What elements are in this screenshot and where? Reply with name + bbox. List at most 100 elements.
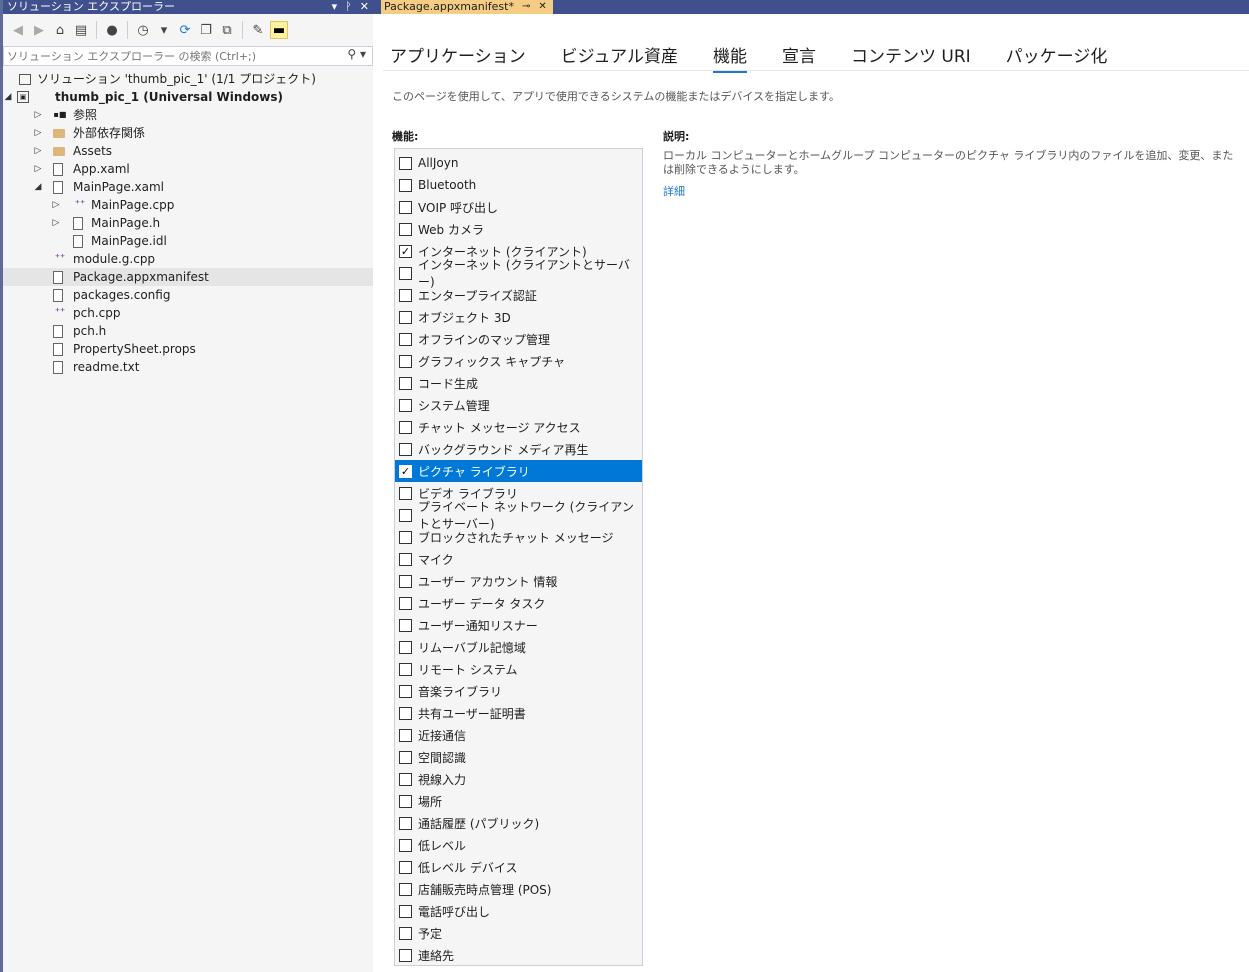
- collapsed-arrow-icon[interactable]: ▷: [33, 160, 43, 178]
- checkbox-unchecked[interactable]: [399, 728, 412, 742]
- capability-item[interactable]: 共有ユーザー証明書: [395, 702, 642, 724]
- tree-item[interactable]: MainPage.idl: [3, 232, 373, 250]
- tree-item[interactable]: ▷ App.xaml: [3, 160, 373, 178]
- capability-item[interactable]: 空間認識: [395, 746, 642, 768]
- checkbox-unchecked[interactable]: [399, 904, 412, 918]
- checkbox-unchecked[interactable]: [399, 596, 412, 610]
- window-position-dropdown-icon[interactable]: ▾: [332, 0, 338, 14]
- checkbox-unchecked[interactable]: [399, 508, 412, 522]
- capability-item[interactable]: リムーバブル記憶域: [395, 636, 642, 658]
- checkbox-unchecked[interactable]: [399, 838, 412, 852]
- tree-item[interactable]: packages.config: [3, 286, 373, 304]
- checkbox-unchecked[interactable]: [399, 398, 412, 412]
- checkbox-unchecked[interactable]: [399, 816, 412, 830]
- checkbox-unchecked[interactable]: [399, 640, 412, 654]
- tree-item[interactable]: PropertySheet.props: [3, 340, 373, 358]
- collapsed-arrow-icon[interactable]: ▷: [51, 196, 61, 214]
- preview-selected-items-icon[interactable]: ▬: [270, 21, 288, 39]
- tree-item[interactable]: ⁺⁺ module.g.cpp: [3, 250, 373, 268]
- capability-item[interactable]: オブジェクト 3D: [395, 306, 642, 328]
- tree-item[interactable]: ◢ ▣ thumb_pic_1 (Universal Windows): [3, 88, 373, 106]
- close-icon[interactable]: ✕: [360, 0, 369, 14]
- capability-item[interactable]: ユーザー通知リスナー: [395, 614, 642, 636]
- checkbox-unchecked[interactable]: [399, 530, 412, 544]
- capability-item[interactable]: システム管理: [395, 394, 642, 416]
- capability-item[interactable]: Bluetooth: [395, 174, 642, 196]
- capability-item[interactable]: 視線入力: [395, 768, 642, 790]
- capability-item[interactable]: オフラインのマップ管理: [395, 328, 642, 350]
- home-icon[interactable]: ⌂: [51, 21, 69, 39]
- manifest-tab[interactable]: パッケージ化: [1006, 42, 1108, 71]
- capability-item[interactable]: 低レベル デバイス: [395, 856, 642, 878]
- capability-item[interactable]: インターネット (クライアントとサーバー): [395, 258, 642, 289]
- checkbox-checked[interactable]: ✓: [399, 464, 412, 478]
- checkbox-unchecked[interactable]: [399, 376, 412, 390]
- checkbox-unchecked[interactable]: [399, 420, 412, 434]
- close-tab-icon[interactable]: ✕: [538, 0, 546, 14]
- tree-item[interactable]: ▷ 外部依存関係: [3, 124, 373, 142]
- checkbox-checked[interactable]: ✓: [399, 244, 412, 258]
- tree-item[interactable]: ソリューション 'thumb_pic_1' (1/1 プロジェクト): [3, 70, 373, 88]
- checkbox-unchecked[interactable]: [399, 750, 412, 764]
- capability-item[interactable]: 電話呼び出し: [395, 900, 642, 922]
- checkbox-unchecked[interactable]: [399, 772, 412, 786]
- checkbox-unchecked[interactable]: [399, 552, 412, 566]
- capability-item[interactable]: ユーザー データ タスク: [395, 592, 642, 614]
- show-all-files-icon[interactable]: ⧉: [218, 21, 236, 39]
- checkbox-unchecked[interactable]: [399, 332, 412, 346]
- collapsed-arrow-icon[interactable]: ▷: [33, 124, 43, 142]
- tree-item[interactable]: ▷ ▪■ 参照: [3, 106, 373, 124]
- checkbox-unchecked[interactable]: [399, 178, 412, 192]
- capability-item[interactable]: ブロックされたチャット メッセージ: [395, 526, 642, 548]
- checkbox-unchecked[interactable]: [399, 706, 412, 720]
- capability-item[interactable]: コード生成: [395, 372, 642, 394]
- tree-item[interactable]: ▷ MainPage.h: [3, 214, 373, 232]
- refresh-icon[interactable]: ⟳: [176, 21, 194, 39]
- checkbox-unchecked[interactable]: [399, 662, 412, 676]
- checkbox-unchecked[interactable]: [399, 354, 412, 368]
- capability-item[interactable]: ユーザー アカウント 情報: [395, 570, 642, 592]
- capability-item[interactable]: Web カメラ: [395, 218, 642, 240]
- solution-search-input[interactable]: [4, 48, 329, 64]
- pin-icon[interactable]: ᚹ: [345, 0, 352, 14]
- tree-item[interactable]: Package.appxmanifest: [3, 268, 373, 286]
- capability-item[interactable]: グラフィックス キャプチャ: [395, 350, 642, 372]
- checkbox-unchecked[interactable]: [399, 860, 412, 874]
- tree-item[interactable]: ▷ ⁺⁺ MainPage.cpp: [3, 196, 373, 214]
- pin-tab-icon[interactable]: ⊸: [522, 0, 530, 14]
- checkbox-unchecked[interactable]: [399, 574, 412, 588]
- back-icon[interactable]: ◀: [9, 21, 27, 39]
- forward-icon[interactable]: ▶: [30, 21, 48, 39]
- capability-item[interactable]: 近接通信: [395, 724, 642, 746]
- capability-item[interactable]: 店舗販売時点管理 (POS): [395, 878, 642, 900]
- collapsed-arrow-icon[interactable]: ▷: [51, 214, 61, 232]
- tree-item[interactable]: readme.txt: [3, 358, 373, 376]
- capability-item[interactable]: バックグラウンド メディア再生: [395, 438, 642, 460]
- globe-icon[interactable]: ●: [103, 21, 121, 39]
- checkbox-unchecked[interactable]: [399, 948, 412, 962]
- capability-item[interactable]: マイク: [395, 548, 642, 570]
- collapsed-arrow-icon[interactable]: ▷: [33, 142, 43, 160]
- tree-item[interactable]: ◢ MainPage.xaml: [3, 178, 373, 196]
- checkbox-unchecked[interactable]: [399, 442, 412, 456]
- tree-item[interactable]: ▷ Assets: [3, 142, 373, 160]
- dropdown-arrow-icon[interactable]: ▾: [155, 21, 173, 39]
- manifest-tab[interactable]: 宣言: [782, 42, 816, 71]
- capability-item[interactable]: AllJoyn: [395, 152, 642, 174]
- manifest-tab[interactable]: ビジュアル資産: [561, 42, 678, 71]
- checkbox-unchecked[interactable]: [399, 310, 412, 324]
- switch-views-icon[interactable]: ▤: [72, 21, 90, 39]
- capabilities-list[interactable]: AllJoyn Bluetooth VOIP 呼び出し Web カメラ ✓ インターネット…: [394, 148, 643, 966]
- capability-item[interactable]: 通話履歴 (パブリック): [395, 812, 642, 834]
- capability-item[interactable]: プライベート ネットワーク (クライアントとサーバー): [395, 500, 642, 531]
- collapse-all-icon[interactable]: ❐: [197, 21, 215, 39]
- expanded-arrow-icon[interactable]: ◢: [33, 178, 43, 196]
- tree-item[interactable]: ⁺⁺ pch.cpp: [3, 304, 373, 322]
- capability-item[interactable]: リモート システム: [395, 658, 642, 680]
- checkbox-unchecked[interactable]: [399, 618, 412, 632]
- manifest-tab[interactable]: アプリケーション: [390, 42, 526, 71]
- checkbox-unchecked[interactable]: [399, 156, 412, 170]
- expanded-arrow-icon[interactable]: ◢: [3, 88, 13, 106]
- checkbox-unchecked[interactable]: [399, 486, 412, 500]
- checkbox-unchecked[interactable]: [399, 200, 412, 214]
